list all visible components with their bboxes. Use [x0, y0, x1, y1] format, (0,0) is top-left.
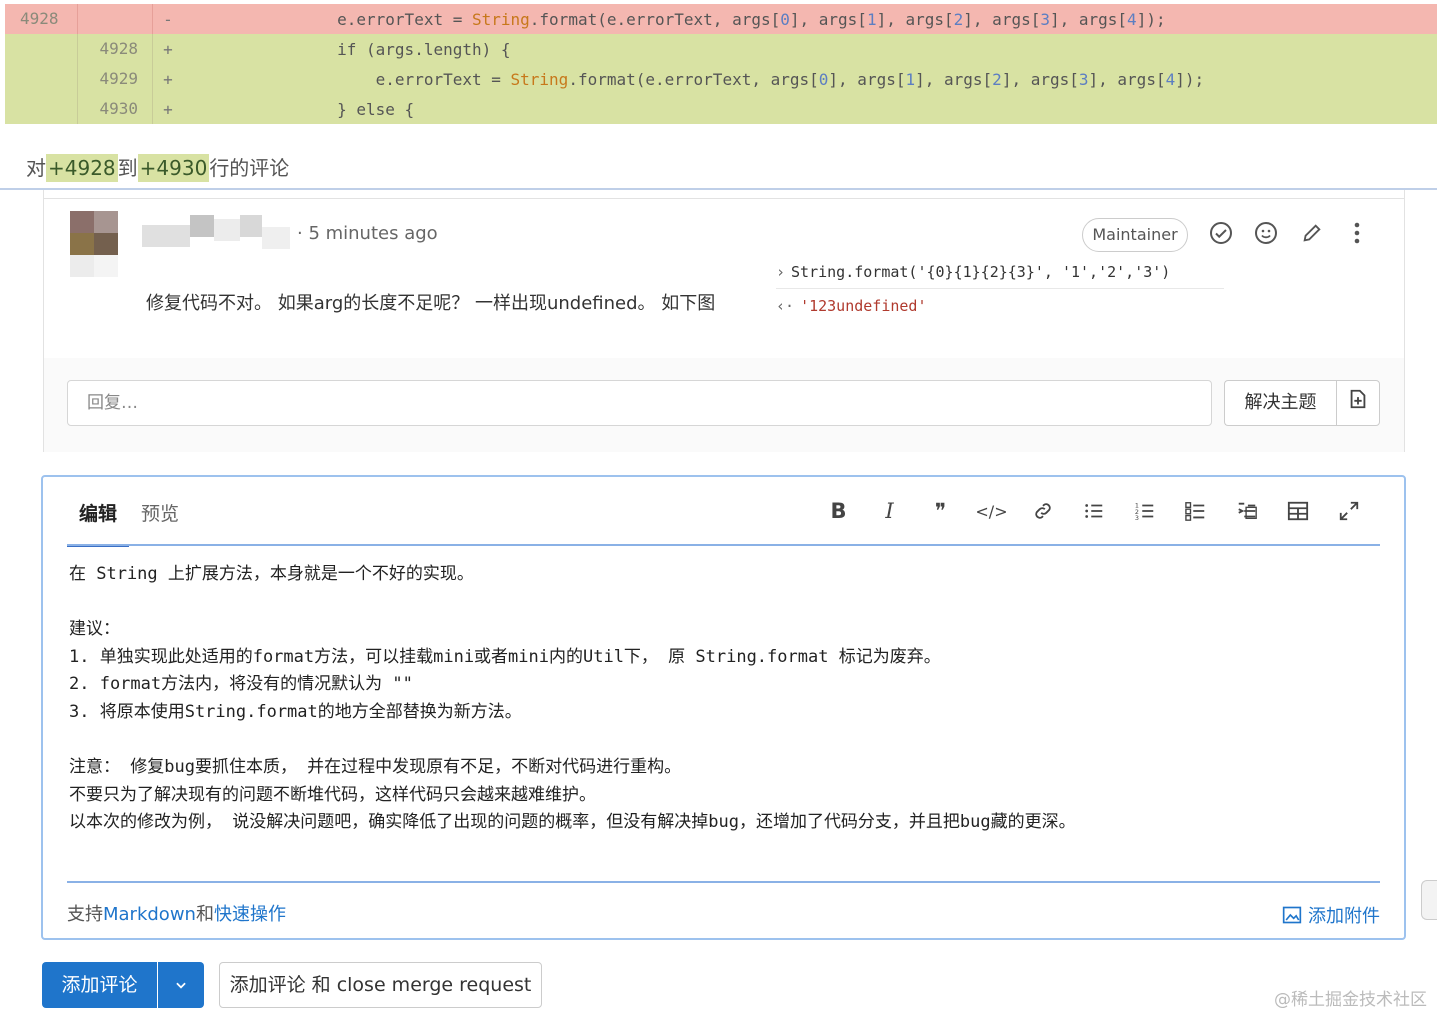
tab-edit[interactable]: 编辑: [67, 495, 130, 547]
markdown-help: 支持Markdown和快速操作: [67, 904, 286, 925]
watermark: @稀土掘金技术社区: [1274, 990, 1427, 1010]
range-start: +4928: [46, 154, 118, 182]
diff-sign: -: [163, 9, 173, 29]
diff-row-deleted: 4928 - e.errorText = String.format(e.err…: [5, 4, 1437, 34]
numbered-list-icon[interactable]: 123: [1119, 495, 1170, 527]
add-comment-and-close-button[interactable]: 添加评论 和 close merge request: [219, 962, 542, 1008]
diff-row-added: 4930 + } else {: [5, 94, 1437, 124]
table-icon[interactable]: [1272, 495, 1323, 527]
discussion-thread: · 5 minutes ago Maintainer 修复代码不对。 如果arg…: [43, 190, 1405, 452]
avatar[interactable]: [70, 211, 118, 277]
old-line-number[interactable]: 4928: [5, 4, 78, 34]
diff-row-added: 4929 + e.errorText = String.format(e.err…: [5, 64, 1437, 94]
comment-body: 修复代码不对。 如果arg的长度不足呢？ 一样出现undefined。 如下图: [146, 293, 716, 314]
console-input: String.format('{0}{1}{2}{3}', '1','2','3…: [791, 263, 1171, 281]
image-icon: [1283, 906, 1302, 924]
tab-preview[interactable]: 预览: [129, 495, 191, 547]
comment-textarea[interactable]: 在 String 上扩展方法，本身就是一个不好的实现。​建议：1. 单独实现此处…: [69, 561, 1076, 837]
diff-row-added: 4928 + if (args.length) {: [5, 34, 1437, 64]
tabs-divider: [67, 544, 1380, 546]
edit-pencil-icon[interactable]: [1298, 219, 1326, 247]
chevron-down-icon: [176, 982, 186, 989]
role-badge: Maintainer: [1082, 218, 1188, 252]
quote-icon[interactable]: ❞: [915, 495, 966, 527]
markdown-link[interactable]: Markdown: [103, 904, 196, 925]
diff-sign: +: [163, 69, 173, 89]
resolve-thread-button[interactable]: 解决主题: [1224, 380, 1336, 426]
fullscreen-icon[interactable]: [1323, 495, 1374, 527]
emoji-icon[interactable]: [1252, 219, 1280, 247]
bullet-list-icon[interactable]: [1068, 495, 1119, 527]
reply-input[interactable]: 回复…: [67, 380, 1212, 426]
comment-type-dropdown[interactable]: [158, 962, 204, 1008]
diff-sign: +: [163, 99, 173, 119]
create-issue-button[interactable]: [1336, 380, 1380, 426]
quick-actions-link[interactable]: 快速操作: [214, 904, 286, 925]
markdown-toolbar: B I ❞ </> 123: [813, 495, 1374, 527]
more-actions-icon[interactable]: [1343, 219, 1371, 247]
code-line: } else {: [183, 99, 415, 119]
collapsible-icon[interactable]: [1221, 495, 1272, 527]
old-line-number[interactable]: [5, 94, 78, 124]
comment-range-label: 对 +4928 到 +4930 行的评论: [0, 127, 1437, 190]
console-screenshot: › String.format('{0}{1}{2}{3}', '1','2','…: [776, 263, 1224, 315]
author-name[interactable]: [142, 215, 290, 251]
new-line-number[interactable]: 4930: [78, 94, 153, 124]
bold-icon[interactable]: B: [813, 495, 864, 527]
side-drawer-handle[interactable]: [1421, 880, 1437, 920]
resolve-check-icon[interactable]: [1207, 219, 1235, 247]
comment-time[interactable]: · 5 minutes ago: [297, 223, 438, 244]
comment-editor: 编辑 预览 B I ❞ </> 123 在 String 上扩展方法，本身就是一…: [41, 475, 1406, 940]
task-list-icon[interactable]: [1170, 495, 1221, 527]
diff-sign: +: [163, 39, 173, 59]
svg-text:3: 3: [1134, 514, 1138, 522]
code-icon[interactable]: </>: [966, 495, 1017, 527]
code-line: e.errorText = String.format(e.errorText,…: [375, 69, 1205, 89]
footer-divider: [67, 881, 1380, 883]
old-line-number[interactable]: [5, 34, 78, 64]
comment-note: · 5 minutes ago Maintainer 修复代码不对。 如果arg…: [44, 198, 1404, 358]
console-output: '123undefined': [800, 297, 927, 315]
new-line-number[interactable]: 4929: [78, 64, 153, 94]
code-line: if (args.length) {: [183, 39, 511, 59]
link-icon[interactable]: [1017, 495, 1068, 527]
range-end: +4930: [137, 154, 210, 182]
old-line-number[interactable]: [5, 64, 78, 94]
new-line-number[interactable]: 4928: [78, 34, 153, 64]
new-line-number[interactable]: [78, 4, 153, 34]
code-line: e.errorText = String.format(e.errorText,…: [337, 9, 1166, 29]
attach-file-button[interactable]: 添加附件: [1282, 902, 1380, 928]
editor-tabs: 编辑 预览: [67, 495, 191, 547]
add-comment-button[interactable]: 添加评论: [42, 962, 157, 1008]
create-issue-icon: [1350, 389, 1366, 409]
reply-area: 回复… 解决主题: [44, 358, 1404, 452]
italic-icon[interactable]: I: [864, 495, 915, 527]
